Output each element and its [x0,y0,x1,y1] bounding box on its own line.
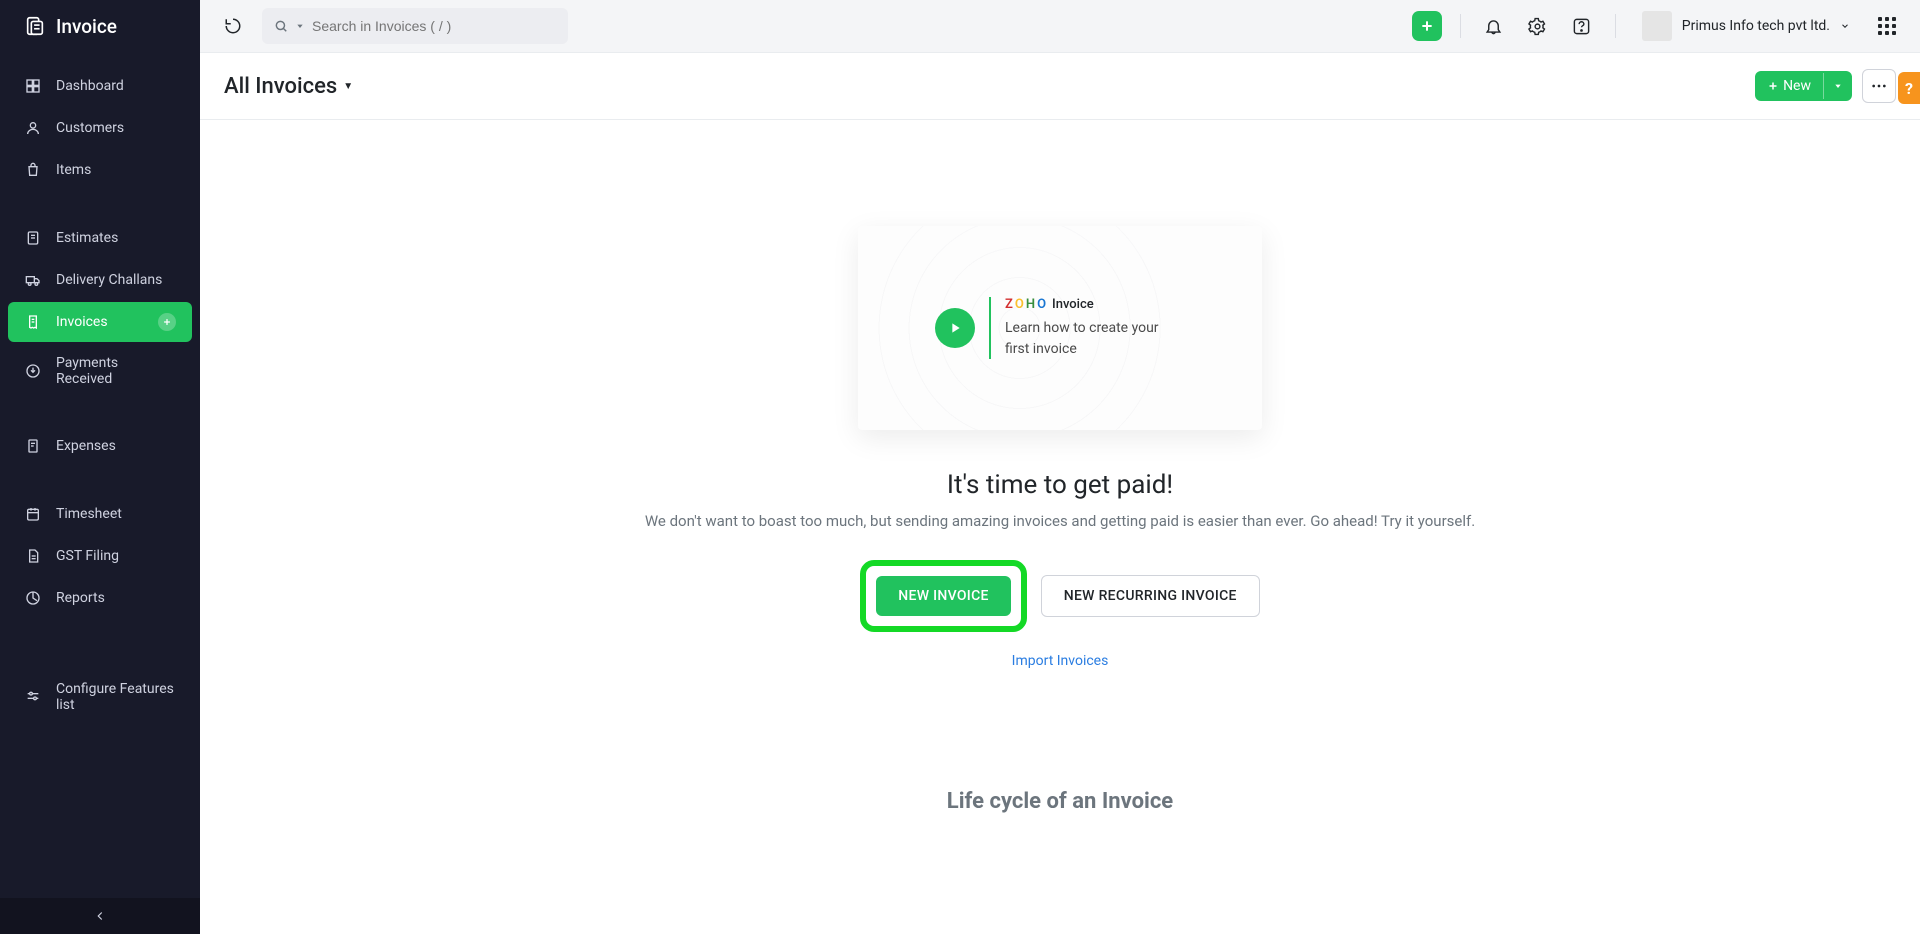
sidebar-item-label: Dashboard [56,78,176,94]
chevron-left-icon [93,909,107,923]
receipt-icon [24,437,42,455]
cta-row: NEW INVOICE NEW RECURRING INVOICE [200,560,1920,632]
settings-button[interactable] [1523,11,1553,41]
plus-icon [1419,18,1435,34]
estimate-icon [24,229,42,247]
empty-state-subheading: We don't want to boast too much, but sen… [200,512,1920,530]
sidebar-nav: Dashboard Customers Items Estimates Deli… [0,52,200,898]
more-button[interactable] [1862,69,1896,103]
empty-state-heading: It's time to get paid! [200,470,1920,500]
new-button-label: New [1783,78,1811,94]
dashboard-icon [24,77,42,95]
refresh-button[interactable] [218,11,248,41]
search-container [262,8,568,44]
sidebar-item-dashboard[interactable]: Dashboard [8,66,192,106]
divider [1460,14,1461,38]
page-header: All Invoices ▼ New [200,53,1920,120]
page-title-dropdown[interactable]: All Invoices ▼ [224,74,353,99]
avatar [1642,11,1672,41]
caret-down-icon: ▼ [343,81,353,92]
play-icon [947,320,963,336]
apps-grid-icon [1878,17,1896,35]
sidebar-item-delivery-challans[interactable]: Delivery Challans [8,260,192,300]
video-description: Learn how to create your first invoice [1005,318,1185,360]
play-button[interactable] [935,308,975,348]
help-icon [1572,17,1591,36]
doc-icon [24,547,42,565]
sidebar-item-label: Reports [56,590,176,606]
download-icon [24,362,42,380]
org-label: Primus Info tech pvt ltd. [1682,18,1830,34]
main: Primus Info tech pvt ltd. All Invoices ▼… [200,0,1920,934]
sidebar-item-label: Estimates [56,230,176,246]
sidebar-item-payments-received[interactable]: Payments Received [8,344,192,398]
search-icon [274,19,288,33]
chevron-down-icon [1834,82,1842,90]
lifecycle-heading: Life cycle of an Invoice [200,789,1920,814]
page-title-text: All Invoices [224,74,337,99]
plus-icon [1767,80,1779,92]
sidebar-item-label: Invoices [56,314,144,330]
sidebar-item-reports[interactable]: Reports [8,578,192,618]
apps-button[interactable] [1872,11,1902,41]
sidebar-item-label: Items [56,162,176,178]
new-recurring-invoice-button[interactable]: NEW RECURRING INVOICE [1041,575,1260,617]
sidebar-item-gst-filing[interactable]: GST Filing [8,536,192,576]
sidebar-item-timesheet[interactable]: Timesheet [8,494,192,534]
more-icon [1871,84,1887,88]
add-invoice-icon[interactable] [158,313,176,331]
chevron-down-icon [1840,21,1850,31]
invoice-icon [24,313,42,331]
sidebar-item-items[interactable]: Items [8,150,192,190]
sidebar-item-invoices[interactable]: Invoices [8,302,192,342]
help-button[interactable] [1567,11,1597,41]
tutorial-video-card[interactable]: ZOHO Invoice Learn how to create your fi… [858,226,1262,430]
divider [1615,14,1616,38]
gear-icon [1528,17,1547,36]
import-link-row: Import Invoices [200,650,1920,669]
notifications-button[interactable] [1479,11,1509,41]
help-side-button[interactable]: ? [1898,72,1920,104]
chevron-down-icon[interactable] [296,22,304,30]
sidebar-item-label: Payments Received [56,355,176,387]
search-input[interactable] [312,18,556,34]
topbar: Primus Info tech pvt ltd. [200,0,1920,53]
invoice-app-icon [24,15,46,37]
calendar-icon [24,505,42,523]
sidebar-header: Invoice [0,0,200,52]
truck-icon [24,271,42,289]
sidebar: Invoice Dashboard Customers Items Estima… [0,0,200,934]
sliders-icon [24,688,42,706]
content-area: ZOHO Invoice Learn how to create your fi… [200,120,1920,934]
import-invoices-link[interactable]: Import Invoices [1012,653,1109,669]
sidebar-item-label: Timesheet [56,506,176,522]
sidebar-item-configure-features[interactable]: Configure Features list [8,670,192,724]
sidebar-item-label: Expenses [56,438,176,454]
divider [989,297,991,359]
quick-create-button[interactable] [1412,11,1442,41]
person-icon [24,119,42,137]
sidebar-item-estimates[interactable]: Estimates [8,218,192,258]
refresh-icon [224,17,242,35]
bell-icon [1484,17,1503,36]
new-invoice-button[interactable]: NEW INVOICE [876,576,1010,616]
bag-icon [24,161,42,179]
sidebar-collapse-button[interactable] [0,898,200,934]
chart-icon [24,589,42,607]
sidebar-item-customers[interactable]: Customers [8,108,192,148]
highlight-annotation: NEW INVOICE [860,560,1026,632]
new-button[interactable]: New [1755,71,1852,101]
logo-suffix: Invoice [1052,297,1094,312]
sidebar-item-label: Configure Features list [56,681,176,713]
zoho-logo: ZOHO Invoice [1005,297,1185,312]
sidebar-item-label: Delivery Challans [56,272,176,288]
app-title: Invoice [56,15,117,38]
sidebar-item-expenses[interactable]: Expenses [8,426,192,466]
sidebar-item-label: GST Filing [56,548,176,564]
org-switcher[interactable]: Primus Info tech pvt ltd. [1634,7,1858,45]
help-side-label: ? [1905,79,1913,98]
sidebar-item-label: Customers [56,120,176,136]
video-text: ZOHO Invoice Learn how to create your fi… [1005,297,1185,360]
new-button-dropdown[interactable] [1823,73,1852,99]
